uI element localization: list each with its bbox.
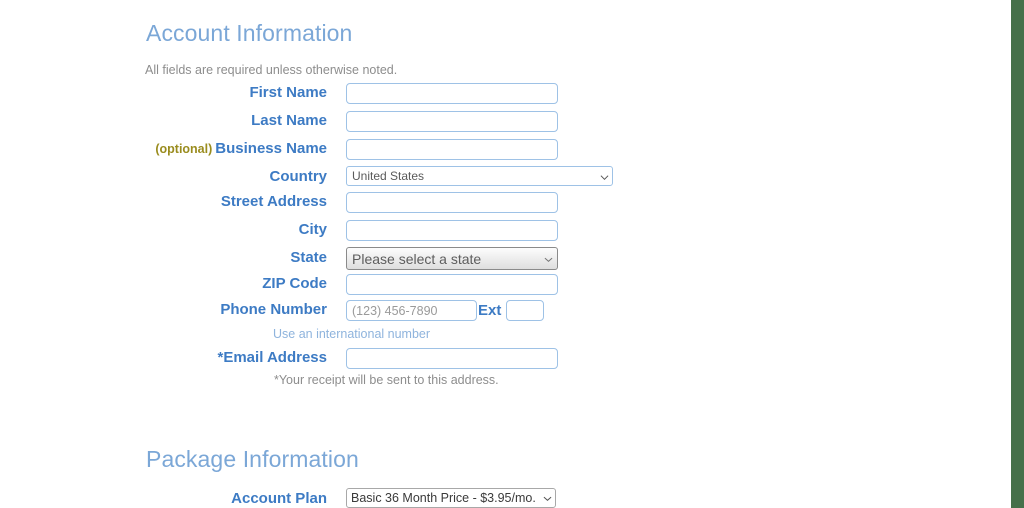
label-state: State [290,249,327,266]
signup-form-page: Account Information All fields are requi… [0,0,1011,508]
row-country: Country United States [0,166,1011,195]
zip-code-input[interactable] [346,274,558,295]
account-information-heading: Account Information [146,20,353,46]
city-input[interactable] [346,220,558,241]
country-select[interactable]: United States [346,166,613,186]
right-edge-strip [1011,0,1024,508]
row-phone-number: Phone Number Ext [0,300,1011,328]
business-name-input[interactable] [346,139,558,160]
last-name-input[interactable] [346,111,558,132]
ext-input[interactable] [506,300,544,321]
label-last-name: Last Name [251,112,327,129]
account-information-subtitle: All fields are required unless otherwise… [145,63,398,77]
package-information-heading: Package Information [146,446,359,472]
label-account-plan: Account Plan [231,490,327,507]
label-country: Country [269,168,328,185]
first-name-input[interactable] [346,83,558,104]
row-street-address: Street Address [0,192,1011,220]
label-zip-code: ZIP Code [262,275,327,292]
row-first-name: First Name [0,83,1011,111]
row-zip-code: ZIP Code [0,274,1011,302]
label-phone-number: Phone Number [220,301,327,318]
row-city: City [0,220,1011,248]
email-address-input[interactable] [346,348,558,369]
state-select[interactable]: Please select a state [346,247,558,270]
label-city: City [298,221,327,238]
phone-number-input[interactable] [346,300,477,321]
label-business-name: (optional) Business Name [155,139,327,159]
label-first-name: First Name [249,84,327,101]
optional-tag-business-name: (optional) [155,142,213,156]
account-plan-select[interactable]: Basic 36 Month Price - $3.95/mo. [346,488,556,508]
international-number-link[interactable]: Use an international number [273,327,430,341]
label-street-address: Street Address [220,193,327,210]
row-email-address: *Email Address [0,348,1011,376]
street-address-input[interactable] [346,192,558,213]
row-state: State Please select a state [0,247,1011,276]
row-business-name: (optional) Business Name [0,139,1011,167]
label-business-name-text: Business Name [215,140,327,157]
label-email-address: *Email Address [217,349,328,366]
label-ext: Ext [478,302,502,319]
row-account-plan: Account Plan Basic 36 Month Price - $3.9… [0,488,1011,508]
email-receipt-note: *Your receipt will be sent to this addre… [274,373,499,387]
row-last-name: Last Name [0,111,1011,139]
